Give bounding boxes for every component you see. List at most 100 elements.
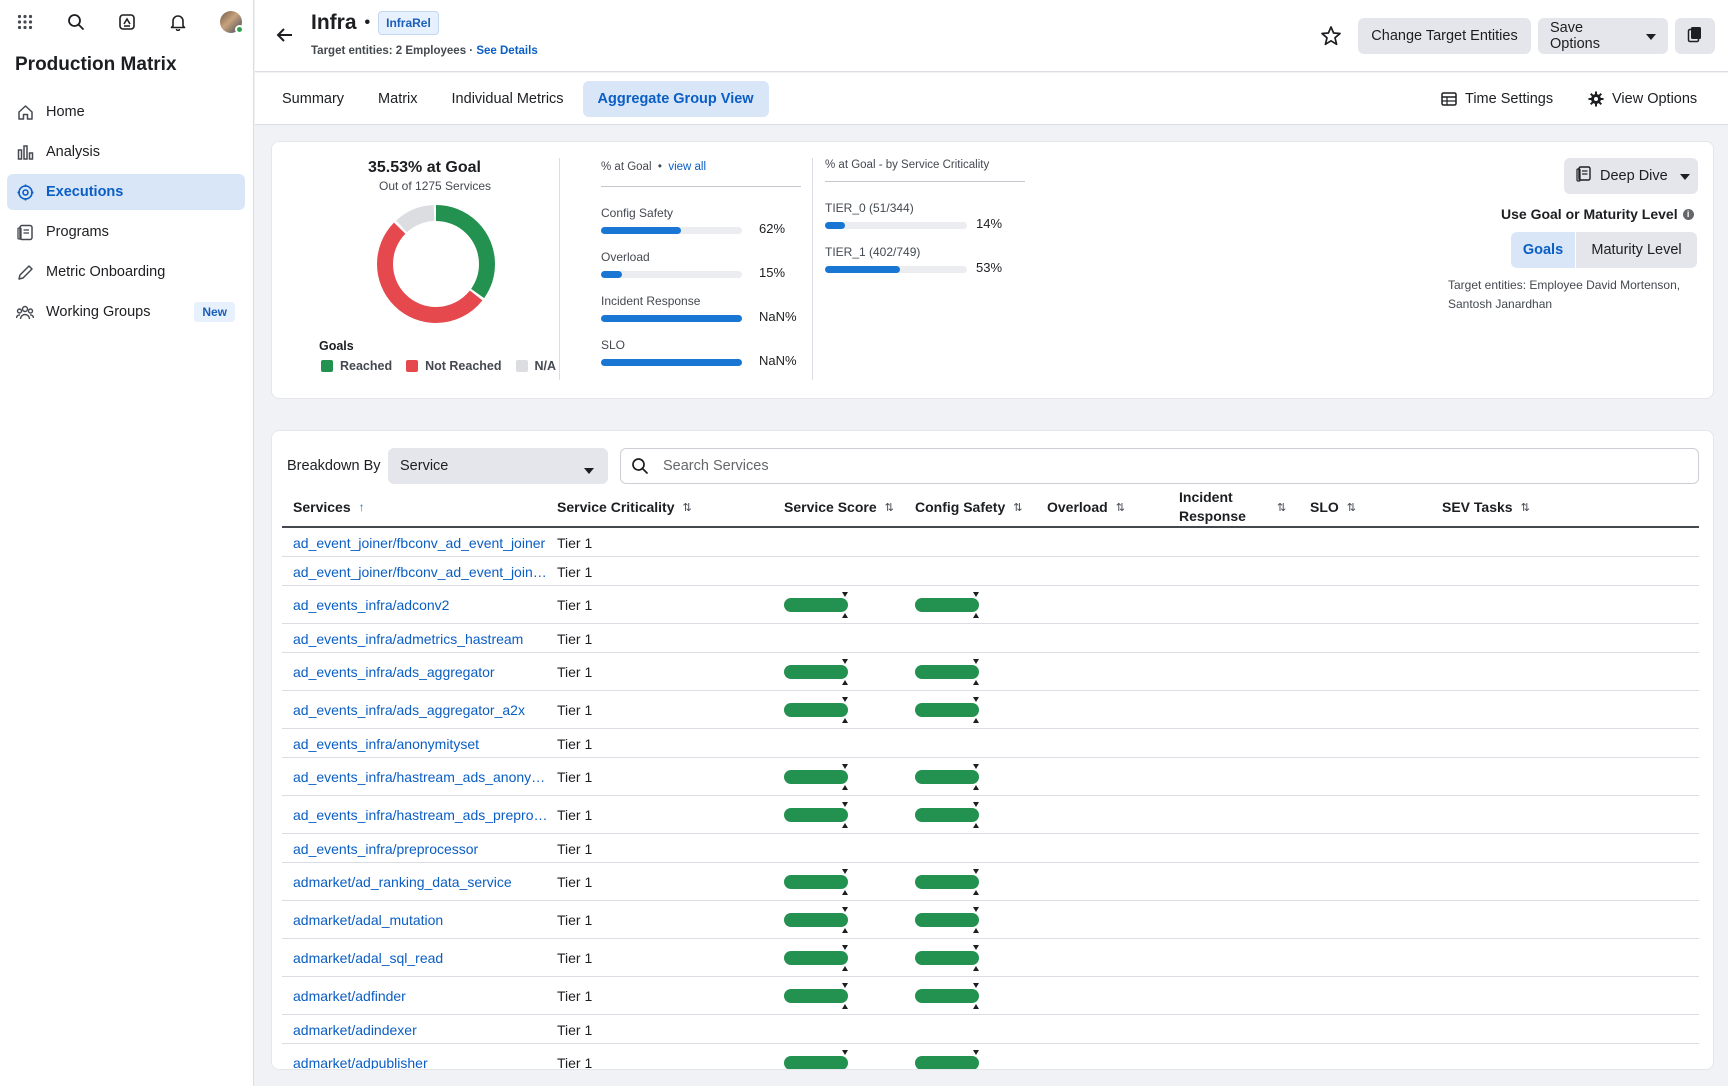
time-settings-button[interactable]: Time Settings — [1441, 83, 1553, 115]
avatar[interactable] — [220, 11, 244, 34]
view-options-button[interactable]: View Options — [1588, 83, 1697, 115]
column-header-slo[interactable]: SLO ⇅ — [1310, 488, 1356, 526]
table-row[interactable]: admarket/adfinder Tier 1 — [282, 977, 1699, 1015]
column-header-config-safety[interactable]: Config Safety ⇅ — [915, 488, 1022, 526]
sort-icon: ⇅ — [1520, 501, 1530, 514]
table-row[interactable]: ad_events_infra/anonymityset Tier 1 — [282, 729, 1699, 758]
tab-aggregate-group-view[interactable]: Aggregate Group View — [582, 80, 769, 117]
sidebar-item-metric-onboarding[interactable]: Metric Onboarding — [7, 254, 245, 290]
service-link[interactable]: ad_events_infra/hastream_ads_anonymityse… — [293, 769, 549, 785]
sidebar-item-home[interactable]: Home — [7, 94, 245, 130]
service-link[interactable]: ad_event_joiner/fbconv_ad_event_joiner — [293, 535, 545, 551]
target-marker-icon — [842, 697, 848, 702]
table-header: Services ↑ Service Criticality ⇅ Service S… — [282, 488, 1699, 528]
service-link[interactable]: ad_events_infra/anonymityset — [293, 736, 479, 752]
metrics-header-rule — [601, 186, 801, 187]
service-criticality: Tier 1 — [557, 631, 593, 647]
tab-summary[interactable]: Summary — [267, 81, 359, 117]
calendar-icon[interactable] — [116, 11, 138, 33]
column-header-service-criticality[interactable]: Service Criticality ⇅ — [557, 488, 692, 526]
target-marker-icon — [842, 1050, 848, 1055]
table-row[interactable]: ad_event_joiner/fbconv_ad_event_joiner_s… — [282, 557, 1699, 586]
service-score-bar — [784, 665, 848, 679]
metric-value: 15% — [759, 265, 786, 280]
service-criticality: Tier 1 — [557, 535, 593, 551]
column-header-services[interactable]: Services ↑ — [293, 488, 365, 526]
metric-progress-track — [601, 359, 742, 366]
column-header-overload[interactable]: Overload ⇅ — [1047, 488, 1125, 526]
search-services-input[interactable] — [663, 458, 1563, 474]
breakdown-by-select[interactable]: Service — [388, 448, 608, 484]
column-header-incident-response[interactable]: Incident Response — [1179, 488, 1257, 526]
see-details-link[interactable]: See Details — [476, 45, 537, 57]
gear-icon — [1588, 91, 1604, 107]
apps-grid-icon[interactable] — [14, 11, 36, 33]
copy-button[interactable] — [1675, 18, 1715, 54]
service-link[interactable]: ad_events_infra/adconv2 — [293, 597, 449, 613]
target-entities-subtitle: Target entities: 2 Employees · See Detai… — [311, 45, 538, 57]
sidebar-item-executions[interactable]: Executions — [7, 174, 245, 210]
column-label: SLO — [1310, 499, 1339, 515]
table-row[interactable]: admarket/ad_ranking_data_service Tier 1 — [282, 863, 1699, 901]
service-link[interactable]: admarket/adal_sql_read — [293, 950, 443, 966]
table-row[interactable]: ad_event_joiner/fbconv_ad_event_joiner Ti… — [282, 528, 1699, 557]
change-target-entities-button[interactable]: Change Target Entities — [1358, 18, 1531, 54]
table-row[interactable]: ad_events_infra/adconv2 Tier 1 — [282, 586, 1699, 624]
info-icon[interactable]: i — [1682, 208, 1694, 220]
target-marker-icon — [973, 613, 979, 618]
table-row[interactable]: ad_events_infra/ads_aggregator Tier 1 — [282, 653, 1699, 691]
table-row[interactable]: ad_events_infra/hastream_ads_anonymityse… — [282, 758, 1699, 796]
team-tag[interactable]: InfraRel — [378, 11, 439, 35]
sort-icon: ⇅ — [884, 501, 894, 514]
star-icon[interactable] — [1319, 24, 1343, 48]
service-link[interactable]: ad_event_joiner/fbconv_ad_event_joiner_s… — [293, 564, 549, 580]
save-options-button[interactable]: Save Options — [1538, 18, 1668, 54]
service-criticality: Tier 1 — [557, 807, 593, 823]
sidebar-item-working-groups[interactable]: Working Groups New — [7, 294, 245, 330]
back-arrow-icon[interactable] — [275, 25, 295, 45]
search-icon[interactable] — [65, 11, 87, 33]
goal-question-text: Use Goal or Maturity Level — [1501, 206, 1678, 222]
service-link[interactable]: ad_events_infra/hastream_ads_preprocesso… — [293, 807, 549, 823]
metrics-header-label: % at Goal — [601, 161, 652, 173]
service-link[interactable]: admarket/adindexer — [293, 1022, 417, 1038]
service-link[interactable]: admarket/adal_mutation — [293, 912, 443, 928]
table-row[interactable]: admarket/adal_sql_read Tier 1 — [282, 939, 1699, 977]
sidebar-item-analysis[interactable]: Analysis — [7, 134, 245, 170]
deep-dive-button[interactable]: Deep Dive — [1564, 158, 1698, 194]
target-marker-icon — [842, 764, 848, 769]
incident-response-sort[interactable]: ⇅ — [1269, 488, 1286, 526]
service-link[interactable]: ad_events_infra/preprocessor — [293, 841, 478, 857]
tab-matrix[interactable]: Matrix — [363, 81, 432, 117]
service-link[interactable]: admarket/adpublisher — [293, 1055, 428, 1069]
table-row[interactable]: ad_events_infra/preprocessor Tier 1 — [282, 834, 1699, 863]
service-link[interactable]: ad_events_infra/ads_aggregator_a2x — [293, 702, 525, 718]
table-row[interactable]: ad_events_infra/hastream_ads_preprocesso… — [282, 796, 1699, 834]
criticality-progress-track — [825, 266, 967, 273]
target-marker-icon — [842, 1004, 848, 1009]
table-row[interactable]: ad_events_infra/ads_aggregator_a2x Tier 1 — [282, 691, 1699, 729]
service-link[interactable]: ad_events_infra/admetrics_hastream — [293, 631, 523, 647]
target-marker-icon — [842, 945, 848, 950]
sidebar-item-programs[interactable]: Programs — [7, 214, 245, 250]
table-row[interactable]: ad_events_infra/admetrics_hastream Tier 1 — [282, 624, 1699, 653]
bell-icon[interactable] — [167, 11, 189, 33]
service-link[interactable]: ad_events_infra/ads_aggregator — [293, 664, 495, 680]
table-row[interactable]: admarket/adpublisher Tier 1 — [282, 1044, 1699, 1069]
people-icon — [16, 303, 34, 321]
view-all-link[interactable]: view all — [668, 161, 706, 173]
table-row[interactable]: admarket/adindexer Tier 1 — [282, 1015, 1699, 1044]
table-row[interactable]: admarket/adal_mutation Tier 1 — [282, 901, 1699, 939]
criticality-tier-0: TIER_0 (51/344) 14% — [825, 201, 1025, 233]
column-header-service-score[interactable]: Service Score ⇅ — [784, 488, 894, 526]
service-link[interactable]: admarket/adfinder — [293, 988, 406, 1004]
metric-progress-track — [601, 271, 742, 278]
goals-toggle-button[interactable]: Goals — [1511, 232, 1575, 268]
sidebar-item-label: Metric Onboarding — [46, 264, 166, 280]
column-label: Service Score — [784, 499, 877, 515]
tab-individual-metrics[interactable]: Individual Metrics — [437, 81, 579, 117]
service-link[interactable]: admarket/ad_ranking_data_service — [293, 874, 512, 890]
caret-down-icon — [584, 462, 594, 478]
column-header-sev-tasks[interactable]: SEV Tasks ⇅ — [1442, 488, 1530, 526]
maturity-level-toggle-button[interactable]: Maturity Level — [1576, 232, 1697, 268]
